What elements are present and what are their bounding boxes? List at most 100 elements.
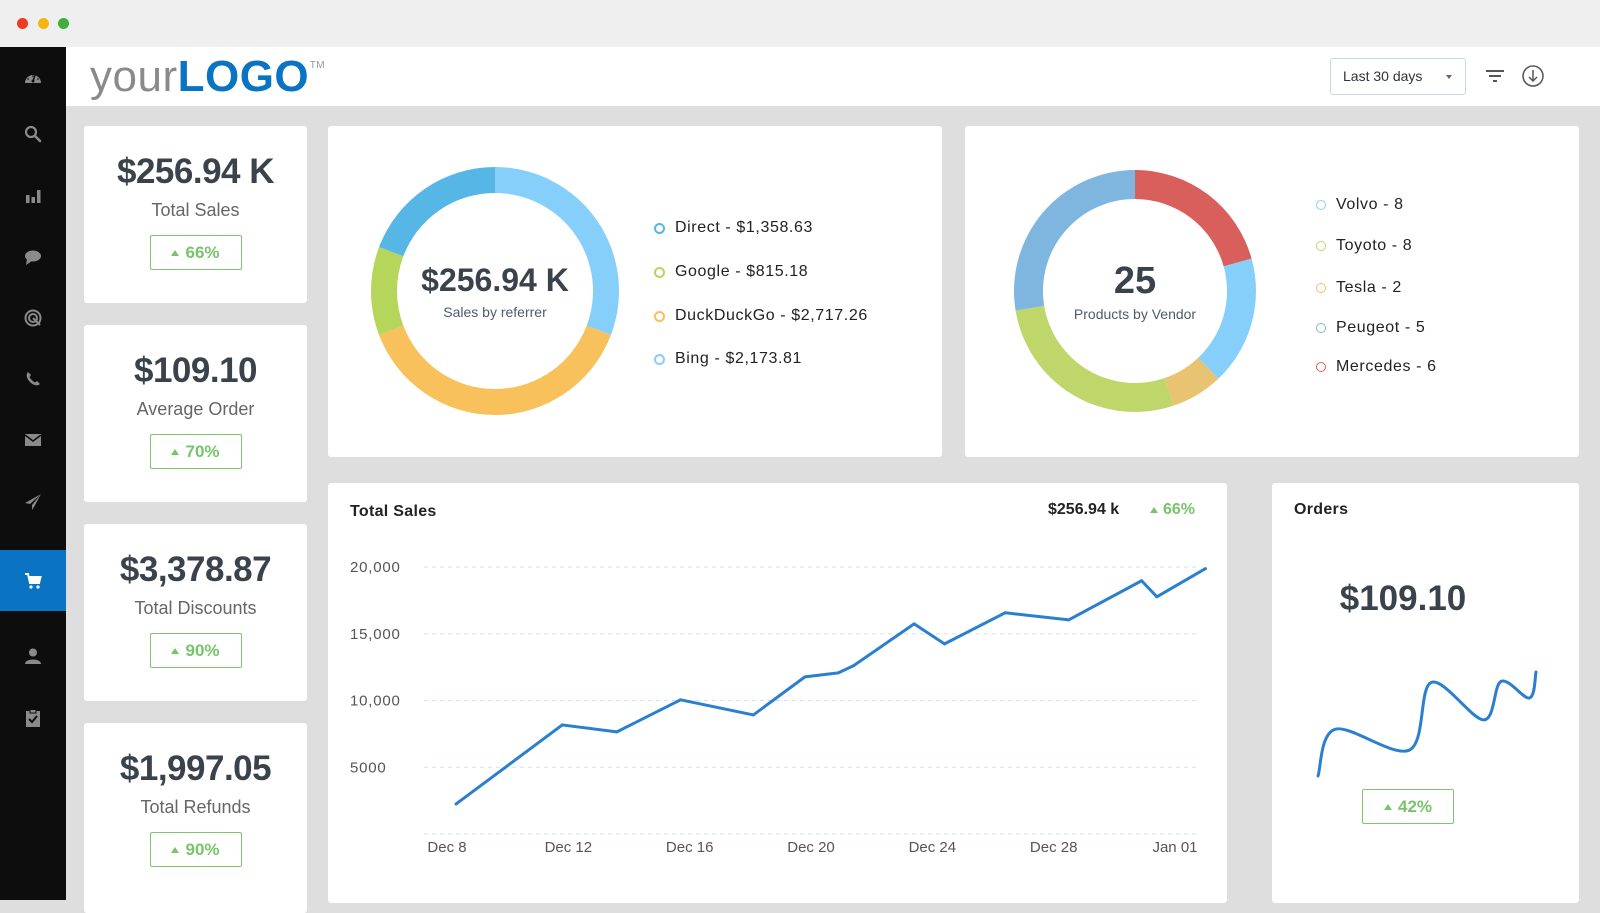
kpi-card-average-order: $109.10 Average Order 70%	[84, 325, 307, 502]
y-tick-label: 15,000	[350, 626, 401, 643]
donut-slice-direct[interactable]	[379, 167, 495, 257]
kpi-value: $109.10	[133, 351, 258, 390]
donut-slice-duckduckgo[interactable]	[379, 325, 611, 416]
sidebar-item-search[interactable]	[0, 103, 66, 164]
sales-data-point[interactable]	[1140, 579, 1144, 583]
kpi-label: Total Refunds	[140, 797, 251, 817]
sidebar-item-dashboard[interactable]	[0, 47, 66, 108]
chat-bubble-icon	[25, 250, 41, 265]
phone-icon	[26, 371, 40, 385]
sales-data-point[interactable]	[560, 723, 564, 727]
sales-data-point[interactable]	[803, 675, 807, 679]
sales-data-point[interactable]	[851, 664, 855, 668]
brand-logo[interactable]: yourLOGO TM	[90, 52, 325, 102]
legend-label: Bing - $2,173.81	[675, 350, 803, 367]
envelope-icon	[24, 433, 42, 446]
vendor-center-label: Products by Vendor	[1073, 306, 1197, 322]
kpi-label: Total Sales	[151, 200, 240, 220]
window-minimize-button[interactable]	[38, 18, 49, 29]
referrer-center-label: Sales by referrer	[443, 304, 547, 320]
legend-label: Peugeot - 5	[1336, 319, 1426, 336]
legend-marker-icon	[1316, 283, 1326, 293]
legend-label: Google - $815.18	[675, 263, 809, 280]
window-maximize-button[interactable]	[58, 18, 69, 29]
kpi-change-badge: 90%	[149, 633, 242, 668]
kpi-card-total-refunds: $1,997.05 Total Refunds 90%	[84, 723, 307, 913]
trend-up-icon	[171, 647, 180, 654]
download-circle-icon[interactable]	[1521, 64, 1545, 88]
y-tick-label: 20,000	[350, 559, 401, 576]
legend-marker-icon	[654, 353, 665, 365]
legend-marker-icon	[654, 266, 665, 278]
legend-item-peugeot[interactable]: Peugeot - 5	[1316, 319, 1425, 337]
sales-data-point[interactable]	[1067, 618, 1071, 622]
sales-data-point[interactable]	[942, 642, 946, 646]
legend-marker-icon	[1316, 200, 1326, 210]
sales-line-series[interactable]	[454, 567, 1207, 806]
logo-brand: LOGO	[177, 52, 310, 101]
user-icon	[25, 648, 41, 664]
sales-by-referrer-card: $256.94 K Sales by referrer Direct - $1,…	[328, 126, 942, 457]
kpi-card-total-discounts: $3,378.87 Total Discounts 90%	[84, 524, 307, 701]
sidebar-item-reports[interactable]	[0, 165, 66, 226]
sidebar-item-chat[interactable]	[0, 226, 66, 287]
kpi-value: $1,997.05	[119, 749, 272, 788]
products-by-vendor-card: 25 Products by Vendor Volvo - 8 Toyoto -…	[965, 126, 1579, 457]
x-tick-label: Dec 12	[545, 839, 593, 856]
referrer-total-value: $256.94 K	[421, 262, 569, 298]
legend-item-google[interactable]: Google - $815.18	[654, 263, 808, 281]
sales-data-point[interactable]	[836, 671, 840, 675]
trend-up-icon	[171, 249, 180, 256]
x-tick-label: Dec 8	[427, 839, 466, 856]
sales-data-point[interactable]	[751, 713, 755, 717]
legend-label: Mercedes - 6	[1336, 358, 1437, 375]
donut-slice-mercedes[interactable]	[1135, 170, 1252, 267]
trend-up-icon	[171, 846, 180, 853]
sales-data-point[interactable]	[454, 802, 458, 806]
x-tick-label: Jan 01	[1152, 839, 1197, 856]
sales-data-point[interactable]	[912, 622, 916, 626]
sidebar-item-campaigns[interactable]	[0, 471, 66, 532]
sales-data-point[interactable]	[1155, 595, 1159, 599]
logo-trademark: TM	[309, 60, 326, 71]
sidebar-item-targeting[interactable]	[0, 287, 66, 348]
sidebar-item-contacts[interactable]	[0, 625, 66, 686]
filter-icon[interactable]	[1483, 64, 1507, 88]
sales-data-point[interactable]	[615, 730, 619, 734]
legend-label: Toyoto - 8	[1336, 237, 1413, 254]
target-icon	[24, 309, 42, 326]
legend-item-volvo[interactable]: Volvo - 8	[1316, 196, 1404, 214]
legend-label: Volvo - 8	[1336, 196, 1404, 213]
sidebar-item-ecommerce[interactable]	[0, 550, 66, 611]
legend-marker-icon	[654, 222, 665, 234]
legend-item-toyoto[interactable]: Toyoto - 8	[1316, 237, 1412, 255]
sales-data-point[interactable]	[1203, 567, 1207, 571]
legend-label: Direct - $1,358.63	[675, 219, 813, 236]
orders-sparkline-series	[1316, 670, 1538, 778]
x-tick-label: Dec 24	[909, 839, 957, 856]
trend-up-icon	[171, 448, 180, 455]
sidebar-item-calls[interactable]	[0, 348, 66, 409]
sales-data-point[interactable]	[1003, 611, 1007, 615]
x-tick-label: Dec 20	[787, 839, 835, 856]
paper-plane-icon	[25, 493, 41, 510]
legend-item-duckduckgo[interactable]: DuckDuckGo - $2,717.26	[654, 307, 868, 325]
sidebar-item-tasks[interactable]	[0, 687, 66, 748]
dashboard-gauge-icon	[25, 74, 41, 83]
vendor-total-value: 25	[1113, 260, 1157, 302]
legend-item-tesla[interactable]: Tesla - 2	[1316, 279, 1402, 297]
sales-data-point[interactable]	[679, 698, 683, 702]
legend-marker-icon	[1316, 362, 1326, 372]
legend-item-mercedes[interactable]: Mercedes - 6	[1316, 358, 1437, 376]
kpi-card-total-sales: $256.94 K Total Sales 66%	[84, 126, 307, 303]
kpi-change-value: 66%	[185, 242, 220, 262]
search-icon	[24, 125, 42, 142]
date-range-select[interactable]: Last 30 days	[1330, 58, 1466, 95]
legend-item-direct[interactable]: Direct - $1,358.63	[654, 219, 813, 237]
chevron-down-icon	[1446, 75, 1452, 79]
legend-item-bing[interactable]: Bing - $2,173.81	[654, 350, 802, 368]
kpi-label: Average Order	[136, 399, 255, 419]
sidebar-item-mail[interactable]	[0, 409, 66, 470]
window-close-button[interactable]	[17, 18, 28, 29]
total-sales-line-chart: 5000 10,000 15,000 20,000 Dec 8 Dec 12 Dec 16 D…	[350, 559, 1207, 856]
